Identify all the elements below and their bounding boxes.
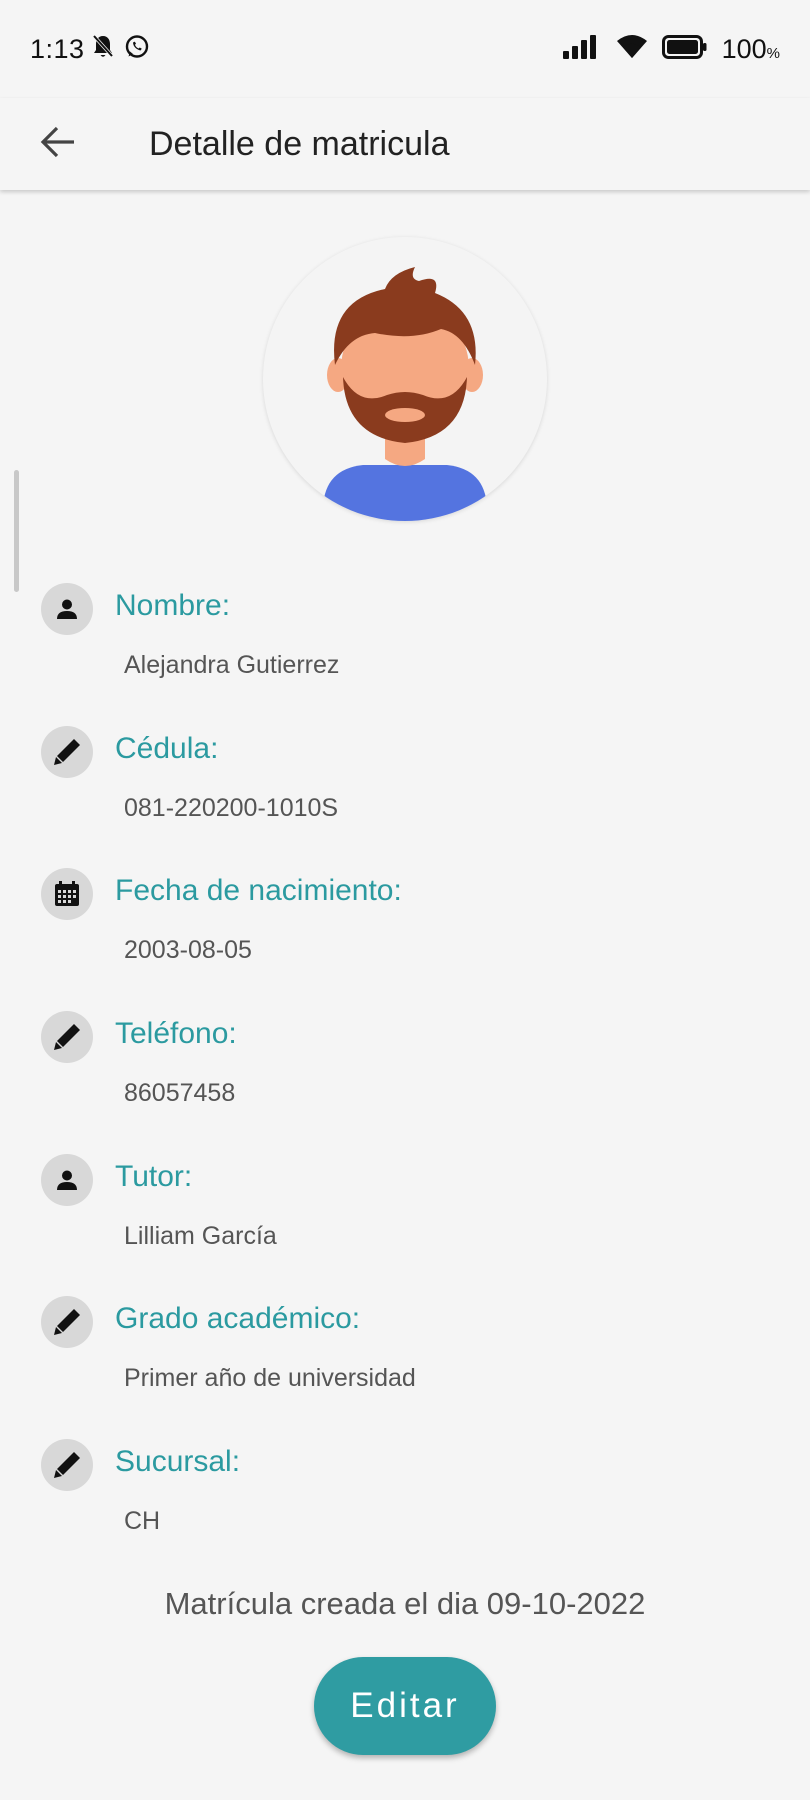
detail-value: 2003-08-05 (124, 936, 252, 964)
detail-tutor: Tutor: Lilliam García (0, 1151, 810, 1293)
battery-level: 100% (721, 33, 780, 64)
arrow-left-icon (40, 126, 76, 163)
wifi-icon (616, 34, 648, 65)
detail-value: Alejandra Gutierrez (124, 651, 340, 679)
status-left-icons (92, 34, 150, 64)
detail-grado-academico: Grado académico: Primer año de universid… (0, 1293, 810, 1435)
pencil-icon (41, 1296, 93, 1348)
bell-off-icon (92, 34, 114, 65)
user-avatar-icon (323, 267, 487, 521)
battery-icon (661, 34, 708, 64)
detail-label: Sucursal: (115, 1445, 241, 1478)
status-right-icons: 100% (562, 32, 780, 66)
detail-label: Nombre: (115, 589, 231, 622)
back-button[interactable] (30, 116, 86, 172)
person-icon (41, 1154, 93, 1206)
detail-telefono: Teléfono: 86057458 (0, 1008, 810, 1150)
pencil-icon (41, 1011, 93, 1063)
signal-icon (562, 34, 602, 65)
person-icon (41, 583, 93, 635)
detail-value: CH (124, 1507, 161, 1535)
whatsapp-icon (124, 34, 150, 65)
detail-label: Tutor: (115, 1160, 193, 1193)
pencil-icon (41, 1439, 93, 1491)
detail-value: 081-220200-1010S (124, 794, 339, 822)
detail-label: Fecha de nacimiento: (115, 874, 402, 907)
detail-cedula: Cédula: 081-220200-1010S (0, 723, 810, 865)
detail-nombre: Nombre: Alejandra Gutierrez (0, 580, 810, 722)
created-date-text: Matrícula creada el dia 09-10-2022 (164, 1586, 646, 1621)
detail-label: Cédula: (115, 732, 219, 765)
detail-value: 86057458 (124, 1079, 236, 1107)
avatar (263, 237, 547, 521)
pencil-icon (41, 726, 93, 778)
edit-button[interactable]: Editar (314, 1657, 496, 1755)
detail-value: Lilliam García (124, 1222, 277, 1250)
detail-label: Teléfono: (115, 1017, 237, 1050)
scrollbar[interactable] (14, 470, 19, 592)
page-title: Detalle de matricula (149, 125, 450, 163)
status-bar: 1:13 100% (0, 0, 810, 98)
status-time: 1:13 (30, 34, 85, 64)
app-bar: Detalle de matricula (0, 98, 810, 190)
detail-fecha-nacimiento: Fecha de nacimiento: 2003-08-05 (0, 865, 810, 1007)
calendar-icon (41, 868, 93, 920)
detail-label: Grado académico: (115, 1302, 361, 1335)
detail-sucursal: Sucursal: CH (0, 1436, 810, 1578)
detail-value: Primer año de universidad (124, 1364, 416, 1392)
